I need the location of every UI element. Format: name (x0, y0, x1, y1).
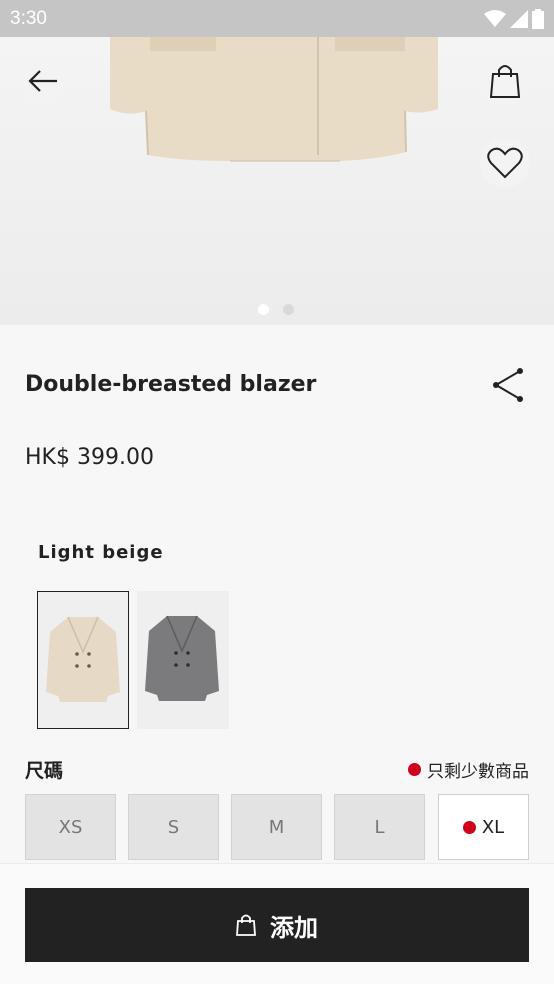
product-price: HK$ 399.00 (25, 445, 154, 470)
carousel-indicator (258, 304, 294, 315)
size-option-m[interactable]: M (231, 794, 322, 860)
size-option-xs[interactable]: XS (25, 794, 116, 860)
battery-icon (532, 8, 544, 29)
low-stock-dot-icon (462, 820, 476, 834)
carousel-dot[interactable] (283, 304, 294, 315)
size-option-label: XS (58, 816, 83, 838)
swatch-image (145, 615, 219, 701)
carousel-dot[interactable] (258, 304, 269, 315)
shopping-bag-button[interactable] (480, 56, 530, 106)
share-button[interactable] (488, 365, 528, 405)
low-stock-note: 只剩少數商品 (408, 757, 529, 782)
size-option-label: L (374, 816, 385, 838)
share-icon (493, 368, 523, 402)
signal-icon (510, 9, 528, 28)
size-option-l[interactable]: L (334, 794, 425, 860)
wishlist-button[interactable] (480, 138, 530, 188)
status-bar: 3:30 (0, 0, 554, 37)
selected-color-name: Light beige (38, 542, 164, 563)
status-icons (484, 8, 544, 29)
swatch-image (46, 616, 120, 702)
product-image (110, 37, 438, 162)
status-time: 3:30 (10, 7, 47, 29)
wifi-icon (484, 9, 506, 27)
product-image-carousel[interactable] (0, 37, 554, 325)
color-swatch-light-beige[interactable] (37, 591, 129, 729)
add-to-bag-label: 添加 (270, 913, 318, 942)
size-option-label: M (268, 816, 285, 838)
product-title: Double-breasted blazer (25, 372, 317, 397)
back-button[interactable] (18, 56, 68, 106)
add-to-bag-button[interactable]: 添加 (25, 888, 529, 962)
size-option-s[interactable]: S (128, 794, 219, 860)
low-stock-text: 只剩少數商品 (427, 762, 529, 782)
color-swatch-grey[interactable] (137, 591, 229, 729)
size-option-label: S (167, 816, 180, 838)
bottom-action-bar: 添加 (0, 863, 554, 984)
size-option-label: XL (481, 816, 505, 838)
size-label: 尺碼 (25, 760, 64, 782)
heart-icon (487, 147, 523, 179)
size-option-xl[interactable]: XL (438, 794, 529, 860)
low-stock-dot-icon (408, 763, 421, 776)
shopping-bag-icon (236, 914, 256, 936)
arrow-left-icon (28, 70, 57, 92)
shopping-bag-icon (490, 65, 520, 98)
